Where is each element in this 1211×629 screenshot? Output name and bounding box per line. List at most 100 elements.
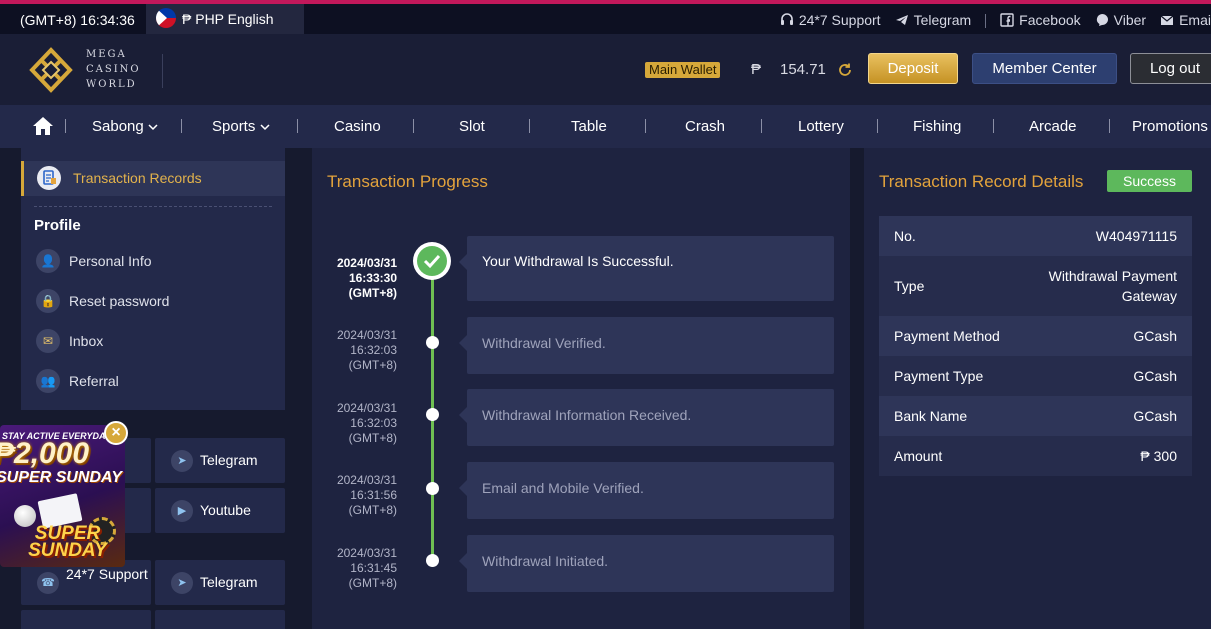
step-text: Your Withdrawal Is Successful.: [482, 253, 674, 269]
nav-item-crash[interactable]: Crash: [685, 118, 725, 135]
nav-divider: [297, 119, 298, 133]
tile-label: 24*7 Support: [66, 566, 148, 582]
step-timestamp: 2024/03/31 16:32:03 (GMT+8): [326, 401, 397, 446]
social-tile-youtube[interactable]: ▶ Youtube: [155, 488, 285, 533]
step-time: 16:33:30: [348, 271, 397, 285]
viber-link[interactable]: Viber: [1095, 12, 1146, 28]
nav-divider: [65, 119, 66, 133]
nav-divider: [645, 119, 646, 133]
logo-line: MEGA: [86, 49, 127, 60]
transaction-progress-panel: Transaction Progress 2024/03/31 16:33:30…: [312, 148, 850, 629]
headset-icon: ☎: [37, 572, 59, 594]
viber-link-label: Viber: [1113, 12, 1147, 28]
social-tile-hidden[interactable]: [21, 610, 151, 629]
nav-divider: [529, 119, 530, 133]
step-timezone: (GMT+8): [348, 286, 397, 300]
nav-item-casino[interactable]: Casino: [334, 118, 381, 135]
super-sunday-promo-banner[interactable]: STAY ACTIVE EVERYDAY ₱2,000 SUPER SUNDAY…: [0, 425, 125, 567]
step-timezone: (GMT+8): [348, 358, 397, 372]
sidebar-item-referral[interactable]: 👥 Referral: [21, 367, 285, 397]
detail-value: W404971115: [1095, 228, 1177, 244]
nav-item-promotions[interactable]: Promotions: [1132, 118, 1208, 135]
telegram-icon: ➤: [171, 450, 193, 472]
step-timezone: (GMT+8): [348, 503, 397, 517]
document-icon: [37, 166, 61, 190]
top-bar: (GMT+8) 16:34:36 ₱ PHP English 24*7 Supp…: [0, 0, 1211, 34]
telegram-link-label: Telegram: [913, 12, 972, 28]
detail-row: Payment Type GCash: [879, 356, 1192, 396]
header: MEGA CASINO WORLD Main Wallet ₱ 154.71 D…: [0, 34, 1211, 105]
sidebar-item-label: Referral: [69, 373, 119, 389]
nav-divider: [1109, 119, 1110, 133]
nav-item-label: Sports: [212, 118, 256, 135]
step-card: Email and Mobile Verified.: [459, 462, 834, 519]
step-card: Withdrawal Verified.: [459, 317, 834, 374]
mail-icon: [1160, 13, 1174, 27]
step-date: 2024/03/31: [336, 473, 397, 487]
viber-icon: [1095, 13, 1109, 27]
sidebar-item-label: Personal Info: [69, 253, 152, 269]
step-card: Withdrawal Initiated.: [459, 535, 834, 592]
detail-value: ₱ 300: [1140, 448, 1177, 464]
social-tile-telegram[interactable]: ➤ Telegram: [155, 560, 285, 605]
sidebar-item-reset-password[interactable]: 🔒 Reset password: [21, 287, 285, 317]
step-text: Withdrawal Verified.: [482, 335, 606, 351]
home-icon[interactable]: [32, 115, 54, 137]
headset-icon: [780, 13, 794, 27]
nav-item-arcade[interactable]: Arcade: [1029, 118, 1077, 135]
detail-row: Amount ₱ 300: [879, 436, 1192, 476]
nav-item-lottery[interactable]: Lottery: [798, 118, 844, 135]
step-time: 16:32:03: [350, 343, 397, 357]
refresh-icon[interactable]: [837, 62, 853, 78]
social-tile-hidden[interactable]: [155, 610, 285, 629]
deposit-button[interactable]: Deposit: [868, 53, 958, 84]
top-links: 24*7 Support Telegram Facebook Viber Ema…: [780, 12, 1211, 28]
step-time: 16:32:03: [350, 416, 397, 430]
step-timestamp: 2024/03/31 16:33:30 (GMT+8): [326, 256, 397, 301]
step-card: Your Withdrawal Is Successful.: [459, 236, 834, 301]
detail-row: Bank Name GCash: [879, 396, 1192, 436]
nav-item-sports[interactable]: Sports: [212, 118, 270, 135]
sidebar-item-label: Transaction Records: [73, 170, 202, 186]
telegram-icon: [895, 13, 909, 27]
sidebar-item-personal-info[interactable]: 👤 Personal Info: [21, 247, 285, 277]
step-date: 2024/03/31: [336, 256, 397, 270]
support-link[interactable]: 24*7 Support: [780, 12, 881, 28]
nav-divider: [993, 119, 994, 133]
social-tile-telegram[interactable]: ➤ Telegram: [155, 438, 285, 483]
youtube-icon: ▶: [171, 500, 193, 522]
step-timestamp: 2024/03/31 16:31:45 (GMT+8): [326, 546, 397, 591]
user-icon: 👤: [36, 249, 60, 273]
step-text: Email and Mobile Verified.: [482, 480, 644, 496]
main-nav: Sabong Sports Casino Slot Table Crash Lo…: [0, 105, 1211, 148]
step-time: 16:31:45: [350, 561, 397, 575]
sidebar-item-label: Reset password: [69, 293, 170, 309]
close-icon[interactable]: ×: [104, 421, 128, 445]
step-date: 2024/03/31: [336, 328, 397, 342]
email-link[interactable]: Emai: [1160, 12, 1211, 28]
logout-button[interactable]: Log out: [1130, 53, 1211, 84]
detail-value: GCash: [1133, 328, 1177, 344]
lock-icon: 🔒: [36, 289, 60, 313]
logo-mark-icon[interactable]: [26, 46, 76, 94]
telegram-link[interactable]: Telegram: [895, 12, 972, 28]
nav-item-table[interactable]: Table: [571, 118, 607, 135]
detail-label: Payment Method: [894, 328, 1000, 344]
step-text: Withdrawal Information Received.: [482, 407, 692, 423]
step-date: 2024/03/31: [336, 401, 397, 415]
nav-item-fishing[interactable]: Fishing: [913, 118, 961, 135]
language-selector[interactable]: ₱ PHP English: [146, 4, 304, 34]
chevron-down-icon: [260, 124, 270, 131]
sidebar-item-inbox[interactable]: ✉ Inbox: [21, 327, 285, 357]
sidebar-item-transaction-records[interactable]: Transaction Records: [21, 161, 285, 196]
support-link-label: 24*7 Support: [798, 12, 881, 28]
facebook-link[interactable]: Facebook: [1000, 12, 1081, 28]
step-timestamp: 2024/03/31 16:32:03 (GMT+8): [326, 328, 397, 373]
step-time: 16:31:56: [350, 488, 397, 502]
step-date: 2024/03/31: [336, 546, 397, 560]
member-center-button[interactable]: Member Center: [972, 53, 1117, 84]
nav-item-sabong[interactable]: Sabong: [92, 118, 158, 135]
nav-item-slot[interactable]: Slot: [459, 118, 485, 135]
telegram-icon: ➤: [171, 572, 193, 594]
wallet-balance: 154.71: [780, 61, 826, 78]
